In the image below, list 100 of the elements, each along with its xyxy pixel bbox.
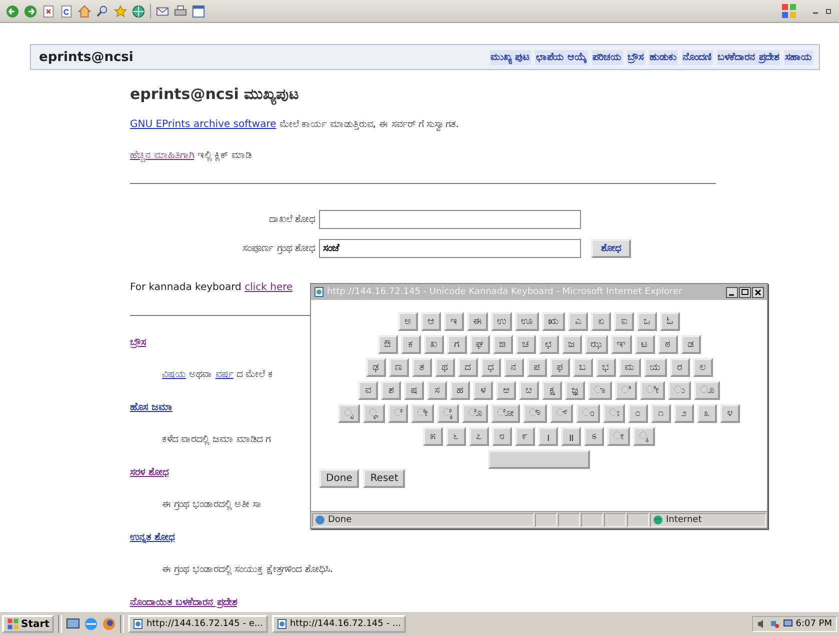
nav-link[interactable]: ಬಳಕೆದಾರನ ಪ್ರದೇಶ — [716, 50, 780, 64]
keyboard-key[interactable]: ಗ — [446, 335, 466, 354]
keyboard-key[interactable]: ೋ — [491, 404, 520, 423]
search-icon[interactable] — [96, 4, 109, 18]
keyboard-key[interactable]: ಬ — [572, 358, 592, 377]
keyboard-key[interactable]: ಧ — [480, 358, 500, 377]
home-icon[interactable] — [78, 4, 91, 18]
keyboard-key[interactable]: ೖ — [633, 427, 655, 446]
globe-icon[interactable] — [132, 4, 145, 18]
keyboard-key[interactable]: ಚ — [516, 335, 536, 354]
more-info-link[interactable]: ಹೆಚ್ಚಿನ ಮಾಹಿತಿಗಾಗಿ — [130, 150, 194, 161]
keyboard-key[interactable]: ು — [668, 381, 691, 400]
keyboard-key[interactable]: ತ — [412, 358, 432, 377]
keyboard-key[interactable]: ಐ — [614, 312, 634, 331]
stop-icon[interactable] — [42, 4, 55, 18]
keyboard-key[interactable]: ಔ — [378, 335, 398, 354]
keyboard-key[interactable]: ದ — [458, 358, 478, 377]
keyboard-key[interactable]: ೩ — [697, 404, 717, 423]
keyboard-key[interactable]: ಅ — [398, 312, 418, 331]
nav-link[interactable]: ಮುಖ್ಯ ಪುಟ — [490, 50, 532, 64]
keyboard-key[interactable]: ಖ — [424, 335, 444, 354]
refresh-icon[interactable] — [60, 4, 73, 18]
keyboard-key[interactable]: ೪ — [720, 404, 740, 423]
keyboard-key[interactable]: ೬ — [446, 427, 466, 446]
keyboard-key[interactable]: ಮ — [618, 358, 640, 377]
maximize-button[interactable] — [739, 286, 751, 298]
keyboard-key[interactable]: ವ — [358, 381, 378, 400]
keyboard-key[interactable]: ಣ — [388, 358, 408, 377]
keyboard-key[interactable]: ಶ — [381, 381, 401, 400]
keyboard-key[interactable]: ೀ — [640, 381, 665, 400]
keyboard-key[interactable]: ೕ — [607, 427, 630, 446]
keyboard-link[interactable]: click here — [244, 282, 293, 293]
keyboard-key[interactable]: ೇ — [411, 404, 434, 423]
keyboard-key[interactable]: ಘ — [470, 335, 490, 354]
nav-link[interactable]: ಸಹಾಯ — [784, 50, 813, 64]
nav-link[interactable]: ಹುಡುಕು — [648, 50, 678, 64]
taskbar-window-button[interactable]: http://144.16.72.145 - ... — [272, 615, 406, 633]
keyboard-key[interactable]: ಜ — [562, 335, 582, 354]
keyboard-key[interactable]: ೦ — [628, 404, 648, 423]
keyboard-key[interactable]: ಫ — [550, 358, 570, 377]
keyboard-key[interactable]: ಉ — [491, 312, 512, 331]
keyboard-key[interactable]: ॥ — [561, 427, 581, 446]
keyboard-key[interactable]: ಂ — [576, 404, 600, 423]
keyboard-key[interactable]: ್ — [550, 404, 573, 423]
nav-link[interactable]: ಛಾಪೆಯ ಆಯ್ಕೆ — [535, 50, 588, 64]
keyboard-action-button[interactable]: Done — [319, 469, 360, 488]
keyboard-key[interactable]: ನ — [504, 358, 524, 377]
keyboard-key[interactable]: ೌ — [523, 404, 547, 423]
nav-link[interactable]: ಬ್ರೌಸ — [626, 50, 645, 64]
mail-icon[interactable] — [156, 4, 169, 18]
keyboard-key[interactable]: ಙ — [492, 335, 512, 354]
printer-icon[interactable] — [174, 4, 187, 18]
keyboard-key[interactable]: ಈ — [467, 312, 488, 331]
taskbar-window-button[interactable]: http://144.16.72.145 - e... — [128, 615, 268, 633]
desktop-icon[interactable] — [66, 617, 80, 631]
search-field[interactable] — [319, 210, 581, 229]
keyboard-key[interactable]: ಭ — [596, 358, 616, 377]
keyboard-key[interactable]: ಝ — [584, 335, 608, 354]
keyboard-key[interactable]: ಏ — [591, 312, 611, 331]
keyboard-key[interactable]: ರ — [670, 358, 690, 377]
keyboard-key[interactable]: ಿ — [615, 381, 637, 400]
description-link[interactable]: ವಿಷಯ — [162, 369, 186, 380]
search-field[interactable]: ಸಂಜೆ — [319, 239, 581, 258]
description-link[interactable]: ವರ್ಷ — [215, 369, 234, 380]
keyboard-key[interactable]: ಎ — [568, 312, 588, 331]
keyboard-key[interactable]: ೨ — [674, 404, 694, 423]
keyboard-key[interactable]: ಃ — [603, 404, 625, 423]
nav-link[interactable]: ನೊಂದಣಿ — [682, 50, 713, 64]
section-link[interactable]: ನೊಂದಾಯಿತ ಬಳಕೆದಾರನ ಪ್ರದೇಶ — [130, 596, 237, 609]
back-icon[interactable] — [6, 4, 19, 18]
section-link[interactable]: ಹೊಸ ಜಮಾ — [130, 401, 172, 414]
keyboard-key[interactable]: ಸ — [427, 381, 447, 400]
keyboard-key[interactable]: ಲ — [692, 358, 712, 377]
nav-link[interactable]: ಪರಿಚಯ — [592, 50, 623, 64]
keyboard-key[interactable]: ಾ — [588, 381, 612, 400]
keyboard-key[interactable]: ಠ — [658, 335, 678, 354]
keyboard-key[interactable]: ಪ — [526, 358, 546, 377]
section-link[interactable]: ಬ್ರೌಸ — [130, 336, 146, 349]
minimize-button[interactable] — [726, 286, 738, 298]
keyboard-key[interactable]: ಹ — [450, 381, 470, 400]
keyboard-key[interactable]: ಕ — [400, 335, 420, 354]
keyboard-key[interactable]: ೮ — [492, 427, 512, 446]
software-link[interactable]: GNU EPrints archive software — [130, 119, 276, 130]
keyboard-key[interactable]: ಋ — [542, 312, 565, 331]
keyboard-key[interactable]: ಯ — [644, 358, 666, 377]
keyboard-key[interactable]: ಊ — [515, 312, 539, 331]
start-button[interactable]: Start — [2, 615, 54, 633]
keyboard-key[interactable]: ಜ್ಞ — [565, 381, 585, 400]
keyboard-key[interactable]: ಇ — [444, 312, 464, 331]
close-button[interactable] — [752, 286, 764, 298]
keyboard-key[interactable]: ೆ — [388, 404, 408, 423]
forward-icon[interactable] — [24, 4, 37, 18]
keyboard-key[interactable]: ಽ — [584, 427, 604, 446]
keyboard-key[interactable]: ೄ — [363, 404, 385, 423]
keyboard-key[interactable]: ಷ — [404, 381, 424, 400]
keyboard-key[interactable]: ಒ — [637, 312, 657, 331]
keyboard-key[interactable]: ಟ — [634, 335, 654, 354]
keyboard-key[interactable]: ೭ — [469, 427, 489, 446]
keyboard-key[interactable]: ಱ — [496, 381, 516, 400]
restore-icon[interactable] — [825, 7, 833, 15]
